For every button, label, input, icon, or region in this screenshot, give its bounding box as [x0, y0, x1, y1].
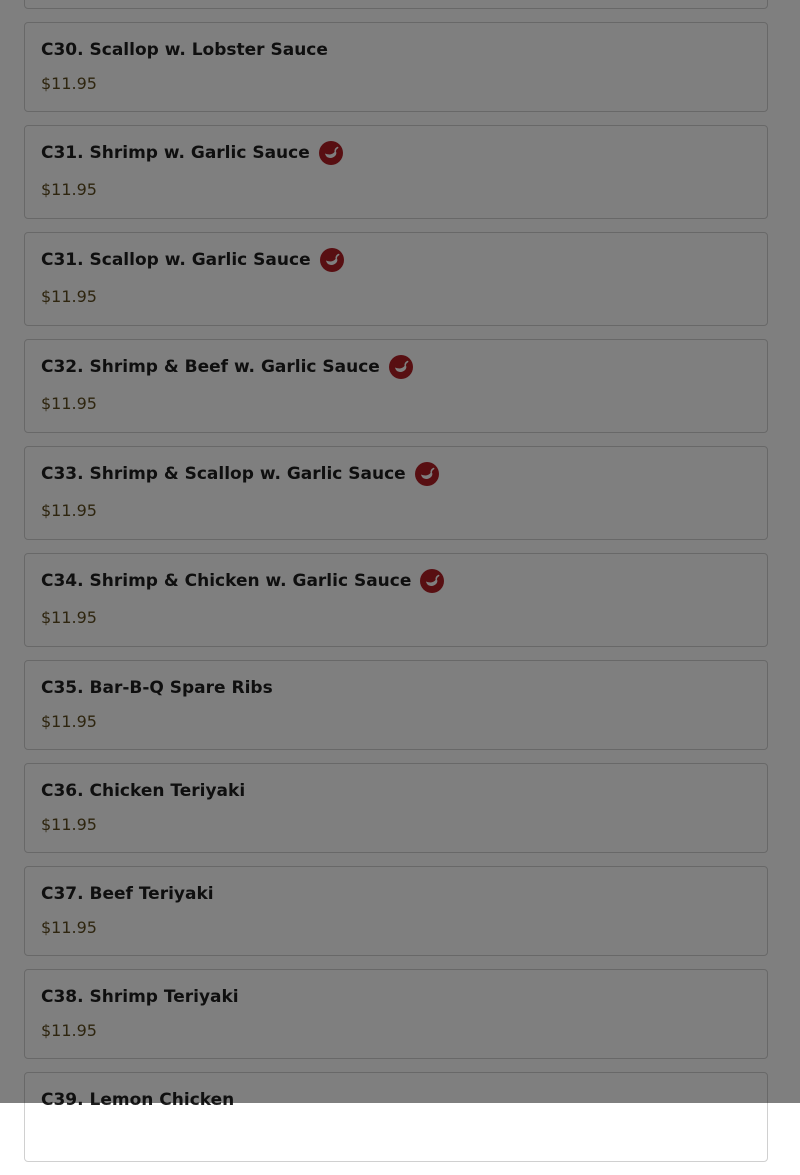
modal-backdrop-overlay[interactable]	[0, 0, 800, 1103]
